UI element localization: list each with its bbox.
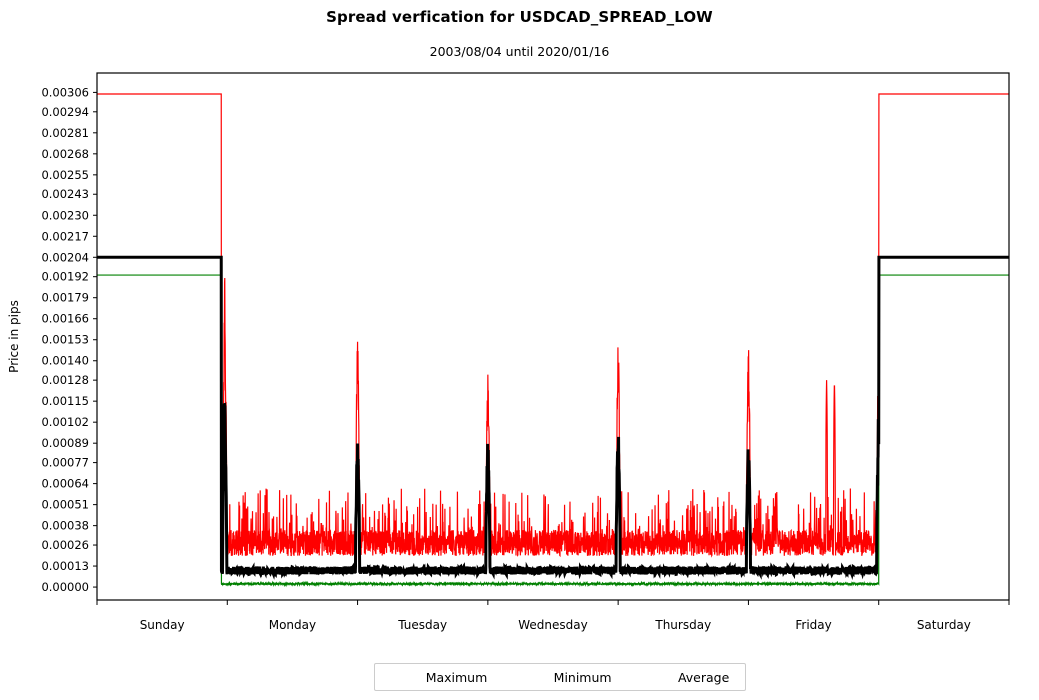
- y-tick-label: 0.00038: [41, 519, 89, 533]
- x-tick-label: Monday: [269, 618, 316, 632]
- x-tick-label: Wednesday: [518, 618, 587, 632]
- y-tick-label: 0.00077: [41, 456, 89, 470]
- y-tick-label: 0.00115: [41, 394, 89, 408]
- legend-item-average: Average: [643, 670, 729, 685]
- y-tick-label: 0.00217: [41, 229, 89, 243]
- y-tick-label: 0.00192: [41, 270, 89, 284]
- x-axis-ticks: Sunday Monday Tuesday Wednesday Thursday Frid…: [96, 600, 1010, 632]
- y-tick-label: 0.00102: [41, 415, 89, 429]
- y-tick-label: 0.00306: [41, 85, 89, 99]
- y-axis-label: Price in pips: [7, 300, 21, 373]
- legend-label-average: Average: [677, 669, 730, 685]
- y-tick-label: 0.00153: [41, 333, 89, 347]
- plot-canvas: 0.00000 0.00013 0.00026 0.00038 0.00051 0.000…: [7, 72, 1010, 632]
- y-tick-label: 0.00255: [41, 168, 89, 182]
- y-tick-label: 0.00230: [41, 208, 89, 222]
- y-tick-label: 0.00294: [41, 105, 89, 119]
- y-tick-label: 0.00166: [41, 312, 89, 326]
- series-line-maximum: [97, 93, 1009, 558]
- y-tick-label: 0.00179: [41, 291, 89, 305]
- legend-label-maximum: Maximum: [425, 669, 488, 685]
- x-tick-label: Tuesday: [397, 618, 447, 632]
- series-layer: [97, 93, 1009, 588]
- y-tick-label: 0.00051: [41, 498, 89, 512]
- y-tick-label: 0.00128: [41, 373, 89, 387]
- x-tick-label: Friday: [795, 618, 831, 632]
- y-tick-label: 0.00026: [41, 538, 89, 552]
- legend-item-minimum: Minimum: [519, 670, 612, 685]
- y-tick-label: 0.00281: [41, 126, 89, 140]
- y-tick-label: 0.00000: [41, 580, 89, 594]
- y-tick-label: 0.00013: [41, 559, 89, 573]
- chart-figure: Spread verfication for USDCAD_SPREAD_LOW…: [0, 0, 1039, 700]
- legend-label-minimum: Minimum: [553, 669, 612, 685]
- plot-frame: [96, 72, 1010, 601]
- y-axis-ticks: 0.00000 0.00013 0.00026 0.00038 0.00051 0.000…: [41, 85, 97, 594]
- series-line-average: [97, 255, 1009, 581]
- y-tick-label: 0.00140: [41, 354, 89, 368]
- x-tick-label: Thursday: [654, 618, 711, 632]
- x-tick-label: Saturday: [917, 618, 971, 632]
- y-tick-label: 0.00204: [41, 250, 89, 264]
- y-tick-label: 0.00064: [41, 477, 89, 491]
- legend-item-maximum: Maximum: [391, 670, 488, 685]
- y-tick-label: 0.00089: [41, 436, 89, 450]
- y-tick-label: 0.00243: [41, 187, 89, 201]
- x-tick-label: Sunday: [140, 618, 185, 632]
- y-tick-label: 0.00268: [41, 147, 89, 161]
- chart-legend: Maximum Minimum Average: [374, 663, 746, 691]
